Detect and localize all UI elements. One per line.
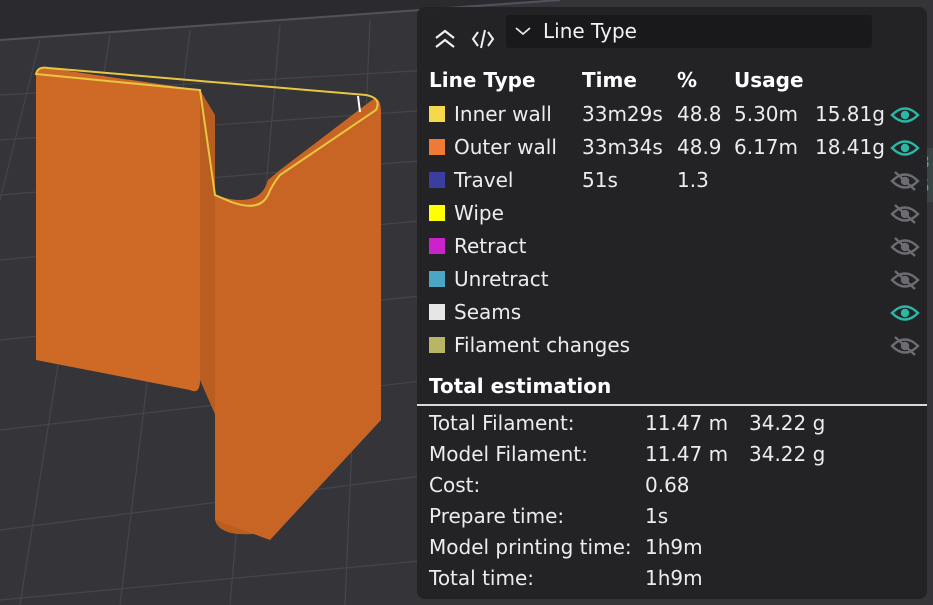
line-type-length: 5.30m (734, 102, 799, 126)
color-swatch (429, 172, 445, 188)
line-type-row[interactable]: Inner wall 33m29s 48.8 5.30m 15.81g (417, 99, 927, 132)
line-type-label: Retract (454, 234, 527, 258)
line-type-percent: 48.9 (677, 135, 722, 159)
col-header-usage: Usage (734, 68, 804, 92)
col-header-line-type: Line Type (429, 68, 536, 92)
total-row: Cost: 0.68 (417, 470, 927, 501)
line-type-label: Outer wall (454, 135, 557, 159)
line-type-length: 6.17m (734, 135, 799, 159)
total-row: Total time: 1h9m (417, 563, 927, 594)
total-key: Model printing time: (429, 535, 632, 559)
line-type-percent: 48.8 (677, 102, 722, 126)
color-swatch (429, 304, 445, 320)
col-header-time: Time (582, 68, 637, 92)
line-type-row[interactable]: Wipe (417, 198, 927, 231)
legend-header: Line Type (417, 7, 927, 63)
color-swatch (429, 205, 445, 221)
line-type-weight: 15.81g (815, 102, 885, 126)
total-value-primary: 1h9m (645, 566, 703, 590)
line-type-label: Filament changes (454, 333, 631, 357)
eye-off-icon[interactable] (890, 236, 920, 258)
double-chevron-up-icon[interactable] (433, 27, 457, 51)
total-value-primary: 11.47 m (645, 442, 729, 466)
total-key: Total Filament: (429, 411, 575, 435)
view-mode-value: Line Type (543, 19, 637, 43)
line-type-row[interactable]: Seams (417, 297, 927, 330)
eye-off-icon[interactable] (890, 170, 920, 192)
eye-icon[interactable] (890, 137, 920, 159)
total-key: Cost: (429, 473, 481, 497)
line-type-weight: 18.41g (815, 135, 885, 159)
line-type-row[interactable]: Filament changes (417, 330, 927, 363)
total-value-primary: 0.68 (645, 473, 690, 497)
total-row: Model Filament: 11.47 m 34.22 g (417, 439, 927, 470)
code-brackets-icon[interactable] (471, 27, 495, 51)
total-value-secondary: 34.22 g (749, 442, 826, 466)
line-type-label: Wipe (454, 201, 504, 225)
view-mode-dropdown[interactable]: Line Type (506, 15, 872, 48)
line-type-label: Seams (454, 300, 522, 324)
legend-panel: Line Type Line Type Time % Usage Inner w… (417, 7, 927, 599)
color-swatch (429, 139, 445, 155)
section-divider (417, 404, 927, 406)
color-swatch (429, 337, 445, 353)
line-type-time: 51s (582, 168, 618, 192)
total-value-primary: 11.47 m (645, 411, 729, 435)
line-type-time: 33m34s (582, 135, 663, 159)
color-swatch (429, 271, 445, 287)
line-type-label: Unretract (454, 267, 549, 291)
line-type-row[interactable]: Unretract (417, 264, 927, 297)
total-row: Prepare time: 1s (417, 501, 927, 532)
color-swatch (429, 106, 445, 122)
line-type-row[interactable]: Retract (417, 231, 927, 264)
col-header-percent: % (677, 68, 698, 92)
total-value-primary: 1h9m (645, 535, 703, 559)
eye-off-icon[interactable] (890, 269, 920, 291)
eye-off-icon[interactable] (890, 335, 920, 357)
color-swatch (429, 238, 445, 254)
total-key: Model Filament: (429, 442, 588, 466)
line-type-label: Travel (454, 168, 514, 192)
chevron-down-icon (515, 27, 531, 36)
eye-off-icon[interactable] (890, 203, 920, 225)
total-key: Total time: (429, 566, 534, 590)
total-estimation-title: Total estimation (429, 374, 612, 398)
line-type-percent: 1.3 (677, 168, 709, 192)
total-key: Prepare time: (429, 504, 565, 528)
eye-icon[interactable] (890, 302, 920, 324)
line-type-row[interactable]: Outer wall 33m34s 48.9 6.17m 18.41g (417, 132, 927, 165)
total-value-primary: 1s (645, 504, 669, 528)
total-row: Model printing time: 1h9m (417, 532, 927, 563)
line-type-row[interactable]: Travel 51s 1.3 (417, 165, 927, 198)
total-row: Total Filament: 11.47 m 34.22 g (417, 408, 927, 439)
line-type-label: Inner wall (454, 102, 552, 126)
eye-icon[interactable] (890, 104, 920, 126)
total-value-secondary: 34.22 g (749, 411, 826, 435)
line-type-time: 33m29s (582, 102, 663, 126)
